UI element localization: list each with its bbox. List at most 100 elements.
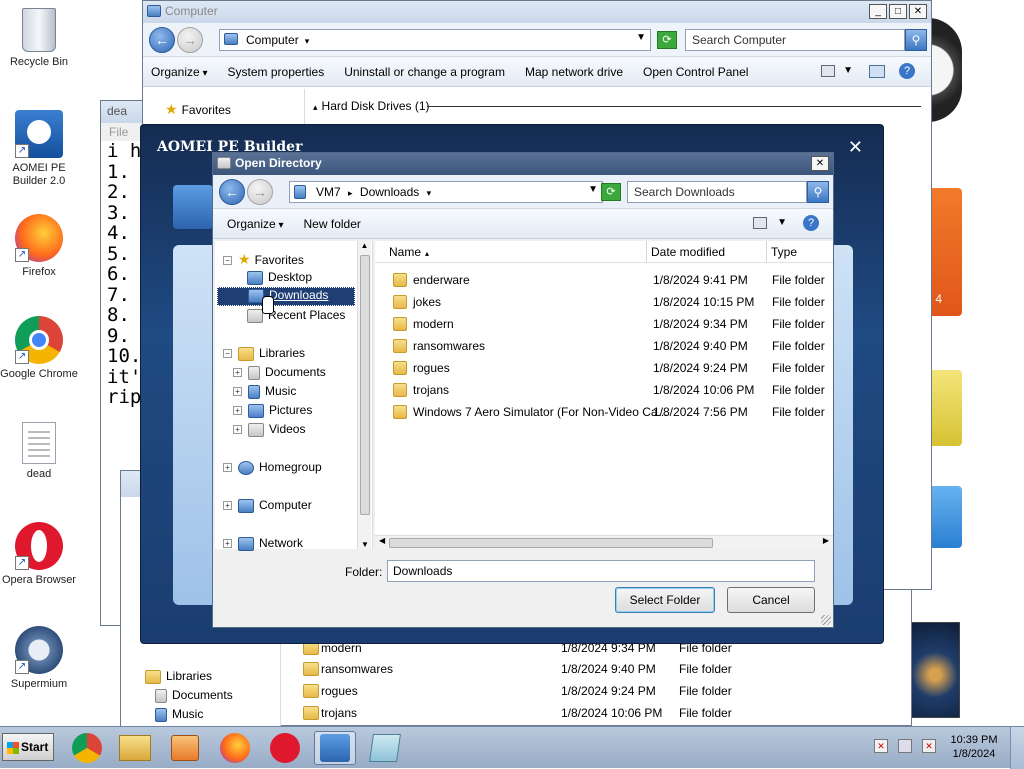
organize-menu[interactable]: Organize — [227, 217, 284, 231]
column-header-date[interactable]: Date modified — [647, 241, 767, 263]
back-button[interactable]: ← — [149, 27, 175, 53]
nav-videos[interactable]: + Videos — [233, 422, 305, 437]
hscroll-thumb[interactable] — [389, 538, 713, 548]
clock-gadget — [928, 18, 962, 122]
forward-button[interactable]: → — [247, 179, 273, 205]
nav-pane-scrollbar[interactable]: ▲ ▼ — [357, 241, 371, 549]
help-icon[interactable]: ? — [899, 63, 915, 79]
desktop-icon-dead[interactable]: dead — [0, 422, 78, 481]
open-directory-dialog[interactable]: Open Directory ✕ ← → VM7 ▸ Downloads ▾ ▼… — [212, 152, 834, 628]
nav-pictures[interactable]: + Pictures — [233, 403, 312, 418]
aomei-close-button[interactable]: ✕ — [848, 137, 863, 158]
view-options-icon[interactable] — [821, 65, 835, 77]
minimize-button[interactable]: _ — [869, 4, 887, 19]
refresh-button[interactable]: ⟳ — [601, 183, 621, 201]
start-button[interactable]: Start — [2, 733, 54, 761]
tray-clock[interactable]: 10:39 PM 1/8/2024 — [944, 733, 1004, 761]
group-header-label: Hard Disk Drives (1) — [321, 99, 430, 113]
nav-desktop[interactable]: Desktop — [247, 270, 312, 285]
taskbar-notepad-icon[interactable] — [364, 731, 406, 765]
back-button[interactable]: ← — [219, 179, 245, 205]
refresh-button[interactable]: ⟳ — [657, 31, 677, 49]
file-row[interactable]: rogues 1/8/2024 9:24 PM File folder — [375, 357, 833, 379]
nav-favorites[interactable]: − ★ Favorites — [223, 251, 304, 268]
show-desktop-button[interactable] — [1010, 727, 1024, 769]
breadcrumb-item[interactable]: VM7 — [316, 185, 341, 199]
nav-downloads[interactable]: Downloads — [217, 287, 355, 306]
select-folder-button[interactable]: Select Folder — [615, 587, 715, 613]
desktop-icon-aomei[interactable]: ↗ AOMEI PE Builder 2.0 — [0, 110, 78, 188]
file-row[interactable]: rogues 1/8/2024 9:24 PM File folder — [301, 680, 901, 702]
taskbar-firefox-icon[interactable] — [214, 731, 256, 765]
file-list-hscrollbar[interactable]: ◀ ▶ — [375, 535, 833, 549]
folder-input[interactable]: Downloads — [387, 560, 815, 582]
view-options-icon[interactable] — [753, 217, 767, 229]
map-network-drive-button[interactable]: Map network drive — [525, 65, 623, 79]
maximize-button[interactable]: □ — [889, 4, 907, 19]
breadcrumb-item[interactable]: Downloads — [360, 185, 419, 199]
search-button[interactable]: ⚲ — [905, 29, 927, 51]
taskbar-aomei-icon[interactable] — [314, 731, 356, 765]
view-dropdown-icon[interactable]: ▼ — [777, 217, 787, 228]
taskbar-chrome-icon[interactable] — [66, 731, 108, 765]
nav-computer[interactable]: + Computer — [223, 498, 312, 513]
file-row[interactable]: jokes 1/8/2024 10:15 PM File folder — [375, 291, 833, 313]
nav-documents[interactable]: Documents — [155, 688, 233, 703]
nav-documents[interactable]: + Documents — [233, 365, 326, 380]
uninstall-program-button[interactable]: Uninstall or change a program — [344, 65, 505, 79]
file-row[interactable]: modern 1/8/2024 9:34 PM File folder — [375, 313, 833, 335]
cancel-button[interactable]: Cancel — [727, 587, 815, 613]
nav-libraries[interactable]: − Libraries — [223, 346, 305, 361]
column-header-name[interactable]: Name ▴ — [375, 241, 647, 263]
taskbar-opera-icon[interactable] — [264, 731, 306, 765]
desktop-icon-recycle-bin[interactable]: Recycle Bin — [0, 8, 78, 69]
computer-command-bar: Organize System properties Uninstall or … — [143, 57, 931, 87]
group-hard-disk-drives[interactable]: ▴ Hard Disk Drives (1) — [313, 99, 923, 113]
file-row[interactable]: enderware 1/8/2024 9:41 PM File folder — [375, 269, 833, 291]
resize-grip-icon[interactable] — [821, 615, 831, 625]
file-row[interactable]: ransomwares 1/8/2024 9:40 PM File folder — [375, 335, 833, 357]
folder-icon — [393, 405, 407, 419]
nav-libraries[interactable]: Libraries — [145, 669, 212, 684]
tray-flag-icon[interactable]: ✕ — [874, 739, 888, 753]
desktop-icon-supermium[interactable]: ↗ Supermium — [0, 626, 78, 691]
nav-music[interactable]: Music — [155, 707, 203, 722]
tray-network-icon[interactable] — [898, 739, 912, 753]
nav-pane-scroll-thumb[interactable] — [360, 255, 370, 515]
nav-network[interactable]: + Network — [223, 536, 303, 551]
computer-titlebar[interactable]: Computer _ □ ✕ — [143, 1, 931, 23]
search-input[interactable]: Search Computer — [685, 29, 905, 51]
file-row[interactable]: ransomwares 1/8/2024 9:40 PM File folder — [301, 658, 901, 680]
close-button[interactable]: ✕ — [909, 4, 927, 19]
file-row[interactable]: trojans 1/8/2024 10:06 PM File folder — [301, 702, 901, 724]
open-control-panel-button[interactable]: Open Control Panel — [643, 65, 748, 79]
forward-button[interactable]: → — [177, 27, 203, 53]
nav-favorites[interactable]: ★ Favorites — [165, 101, 231, 118]
nav-music[interactable]: + Music — [233, 384, 296, 399]
desktop-icon-opera[interactable]: ↗ Opera Browser — [0, 522, 78, 587]
help-icon[interactable]: ? — [803, 215, 819, 231]
nav-homegroup[interactable]: + Homegroup — [223, 460, 322, 475]
dialog-titlebar[interactable]: Open Directory ✕ — [213, 153, 833, 175]
address-dropdown-icon[interactable]: ▼ — [636, 32, 646, 43]
address-dropdown-icon[interactable]: ▼ — [588, 184, 598, 195]
taskbar-media-player-icon[interactable] — [164, 731, 206, 765]
preview-pane-icon[interactable] — [869, 65, 885, 78]
column-header-type[interactable]: Type — [767, 241, 833, 263]
organize-menu[interactable]: Organize — [151, 65, 208, 79]
address-bar[interactable]: Computer ▾ ▼ — [219, 29, 651, 51]
desktop-icon-firefox[interactable]: ↗ Firefox — [0, 214, 78, 279]
system-properties-button[interactable]: System properties — [228, 65, 325, 79]
dialog-close-button[interactable]: ✕ — [811, 156, 829, 171]
desktop-icon-chrome[interactable]: ↗ Google Chrome — [0, 316, 78, 381]
file-date: 1/8/2024 9:41 PM — [653, 273, 748, 287]
file-row[interactable]: trojans 1/8/2024 10:06 PM File folder — [375, 379, 833, 401]
view-dropdown-icon[interactable]: ▼ — [843, 65, 853, 76]
taskbar-explorer-icon[interactable] — [114, 731, 156, 765]
search-button[interactable]: ⚲ — [807, 181, 829, 203]
search-input[interactable]: Search Downloads — [627, 181, 807, 203]
tray-volume-icon[interactable]: ✕ — [922, 739, 936, 753]
new-folder-button[interactable]: New folder — [304, 217, 361, 231]
address-bar[interactable]: VM7 ▸ Downloads ▾ ▼ — [289, 181, 603, 203]
file-row[interactable]: Windows 7 Aero Simulator (For Non-Video … — [375, 401, 833, 423]
